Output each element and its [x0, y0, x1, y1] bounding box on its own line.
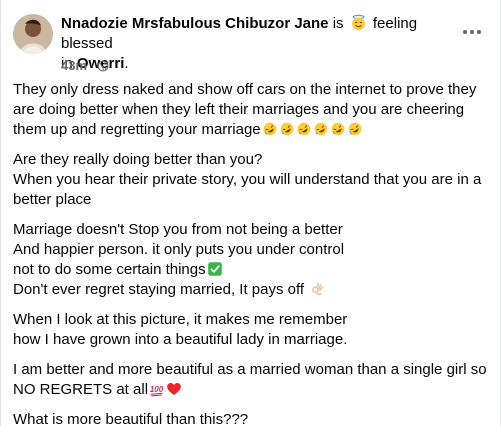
svg-text:100: 100: [150, 385, 164, 394]
post-header: Nnadozie Mrsfabulous Chibuzor Jane is fe…: [13, 14, 488, 73]
post-paragraph-3: Marriage doesn't Stop you from not being…: [13, 220, 490, 300]
meta-separator: ·: [90, 58, 95, 73]
red-heart-icon: [167, 383, 181, 395]
ok-hand-icon: [312, 282, 324, 296]
author-avatar[interactable]: [13, 14, 53, 54]
post-paragraph-1: They only dress naked and show off cars …: [13, 80, 490, 140]
rolling-on-floor-laughing-icon: [314, 122, 328, 136]
author-name[interactable]: Nnadozie Mrsfabulous Chibuzor Jane: [61, 15, 329, 32]
more-options-icon: [463, 30, 481, 34]
post-text: Marriage doesn't Stop you from not being…: [13, 221, 343, 238]
activity-prefix: is: [332, 15, 344, 32]
post-paragraph-4: When I look at this picture, it makes me…: [13, 310, 490, 350]
hundred-points-icon: 100: [150, 385, 164, 397]
rolling-on-floor-laughing-icon: [297, 122, 311, 136]
post-card: Nnadozie Mrsfabulous Chibuzor Jane is fe…: [0, 0, 501, 428]
smiling-face-with-halo-icon: [351, 14, 365, 31]
location-suffix: .: [124, 55, 129, 72]
post-paragraph-5: I am better and more beautiful as a marr…: [13, 360, 490, 400]
post-text-line: Don't ever regret staying married, It pa…: [13, 280, 490, 300]
post-text: Don't ever regret staying married, It pa…: [13, 281, 305, 298]
author-line: Nnadozie Mrsfabulous Chibuzor Jane is fe…: [61, 14, 452, 74]
post-timestamp[interactable]: 43m: [61, 58, 87, 74]
rolling-on-floor-laughing-icon: [331, 122, 345, 136]
post-text: When you hear their private story, you w…: [13, 171, 482, 208]
post-paragraph-2: Are they really doing better than you? W…: [13, 150, 490, 210]
post-text: not to do some certain things: [13, 261, 206, 278]
post-text-line: not to do some certain things: [13, 260, 490, 280]
post-text: What is more beautiful than this???: [13, 411, 249, 428]
rolling-on-floor-laughing-icon: [348, 122, 362, 136]
post-paragraph-6: What is more beautiful than this???: [13, 410, 490, 430]
more-options-button[interactable]: [458, 20, 486, 44]
post-text: I am better and more beautiful as a marr…: [13, 361, 487, 398]
post-text: They only dress naked and show off cars …: [13, 81, 477, 138]
check-mark-icon: [207, 262, 222, 276]
globe-icon[interactable]: [97, 60, 109, 72]
post-text: And happier person. it only puts you und…: [13, 241, 345, 258]
rolling-on-floor-laughing-icon: [280, 122, 294, 136]
post-body: They only dress naked and show off cars …: [13, 80, 490, 440]
post-text: how I have grown into a beautiful lady i…: [13, 331, 348, 348]
post-text: When I look at this picture, it makes me…: [13, 311, 348, 328]
post-text: Are they really doing better than you?: [13, 151, 263, 168]
post-meta: 43m ·: [61, 58, 109, 74]
rolling-on-floor-laughing-icon: [263, 122, 277, 136]
